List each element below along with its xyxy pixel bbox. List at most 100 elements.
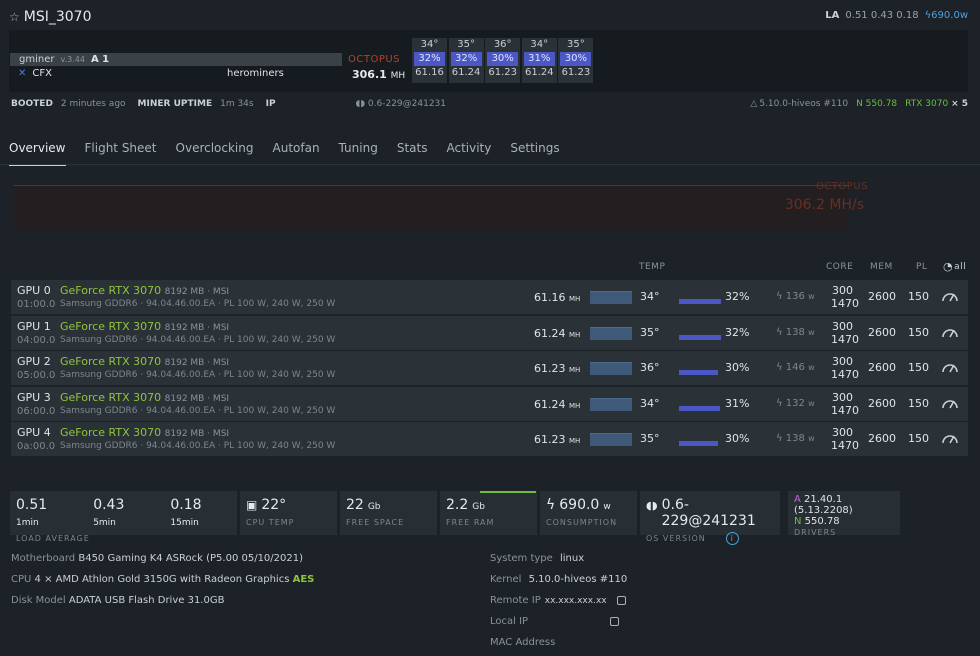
gpu-power-value: 132 bbox=[785, 397, 805, 409]
hashrate-sparkline bbox=[590, 433, 632, 447]
gpu-power-value: 136 bbox=[785, 291, 805, 302]
summary-fan: 32% bbox=[414, 52, 445, 66]
gpu-power-unit: w bbox=[808, 327, 815, 337]
remote-ip-label: Remote IP bbox=[490, 595, 541, 606]
gauge-icon[interactable] bbox=[941, 396, 959, 410]
gpu-core-value-2: 1470 bbox=[831, 297, 859, 310]
rig-title: ☆ MSI_3070 bbox=[9, 9, 92, 25]
gpu-hashrate: 61.24 MH bbox=[534, 327, 580, 340]
la-label: LA bbox=[825, 10, 840, 21]
gpu-id: GPU 3 bbox=[17, 390, 51, 404]
hashrate-sparkline bbox=[590, 326, 632, 340]
amd-driver-label: A bbox=[794, 494, 801, 505]
gauge-icon[interactable] bbox=[941, 289, 959, 303]
summary-temp: 35° bbox=[567, 39, 585, 50]
tab-overview[interactable]: Overview bbox=[9, 141, 66, 166]
tab-overclocking[interactable]: Overclocking bbox=[176, 141, 254, 166]
gpu-extra: 8192 MB · MSI bbox=[164, 358, 230, 369]
cfx-coin-icon: ✕ bbox=[18, 68, 27, 79]
linux-icon: △ bbox=[750, 99, 758, 109]
cpu-aes-flag: AES bbox=[292, 574, 315, 585]
gpu-model-name: GeForce RTX 3070 bbox=[60, 426, 162, 440]
gpu-bus: 06:00.0 bbox=[17, 405, 56, 417]
gpu-row[interactable]: GPU 1 04:00.0 GeForce RTX 3070 8192 MB ·… bbox=[11, 315, 968, 350]
gpu-power: ϟ 138 w bbox=[776, 433, 815, 444]
gpu-core-value: 300 bbox=[832, 390, 853, 404]
gpu-model-name: GeForce RTX 3070 bbox=[60, 390, 162, 404]
gpu-model: RTX 3070 bbox=[905, 99, 949, 109]
gpu-hashrate-unit: MH bbox=[569, 437, 581, 446]
gauge-icon[interactable] bbox=[941, 325, 959, 339]
nvidia-driver-label: N bbox=[794, 516, 802, 527]
gpu-hashrate-value: 61.24 bbox=[534, 326, 566, 340]
gpu-name: GeForce RTX 3070 8192 MB · MSI bbox=[60, 284, 229, 297]
uptime-label: MINER UPTIME bbox=[137, 99, 213, 109]
gpu-mem-clock: 2600 bbox=[868, 290, 896, 303]
tab-flight-sheet[interactable]: Flight Sheet bbox=[85, 141, 157, 166]
summary-hash: 61.23 bbox=[561, 67, 591, 78]
gpu-model-summary: RTX 3070 × 5 bbox=[905, 99, 968, 109]
os-version-value: 0.6-229@241231 bbox=[661, 497, 756, 529]
tab-activity[interactable]: Activity bbox=[446, 141, 491, 166]
tab-autofan[interactable]: Autofan bbox=[273, 141, 320, 166]
gpu-fan: 32% bbox=[725, 325, 750, 339]
info-icon[interactable]: i bbox=[725, 532, 739, 545]
gpu-row[interactable]: GPU 2 05:00.0 GeForce RTX 3070 8192 MB ·… bbox=[11, 351, 968, 386]
gpu-extra: 8192 MB · MSI bbox=[164, 393, 230, 404]
summary-fan: 31% bbox=[523, 52, 555, 66]
motherboard-info: Motherboard B450 Gaming K4 ASRock (P5.00… bbox=[11, 553, 303, 564]
gauge-icon[interactable] bbox=[941, 431, 959, 445]
gpu-core-value: 300 bbox=[832, 426, 853, 440]
rig-info-right: △ 5.10.0-hiveos #110 N 550.78 RTX 3070 ×… bbox=[750, 99, 968, 109]
miner-row[interactable]: gminer v.3.44 A 1 bbox=[10, 53, 342, 66]
gpu-power: ϟ 138 w bbox=[776, 327, 815, 338]
gpu-mem-clock: 2600 bbox=[868, 396, 896, 410]
ip-label: IP bbox=[265, 99, 276, 109]
gpu-power-value: 138 bbox=[785, 433, 805, 445]
gpu-model-name: GeForce RTX 3070 bbox=[60, 319, 162, 333]
gpu-row[interactable]: GPU 0 01:00.0 GeForce RTX 3070 8192 MB ·… bbox=[11, 280, 968, 314]
gpu-hashrate-unit: MH bbox=[569, 366, 581, 375]
tab-tuning[interactable]: Tuning bbox=[339, 141, 378, 166]
load-average-stat: 0.51 1min 0.43 5min 0.18 15min LOAD AVER… bbox=[10, 491, 237, 543]
la5-unit: 5min bbox=[93, 518, 116, 528]
consumption-value: 690.0 bbox=[559, 497, 600, 513]
gpu-hashrate-unit: MH bbox=[569, 330, 581, 339]
copy-icon[interactable] bbox=[616, 596, 626, 605]
gpu-mem-info: Samsung GDDR6 · 94.04.46.00.EA · PL 100 … bbox=[60, 334, 336, 345]
tab-stats[interactable]: Stats bbox=[397, 141, 428, 166]
fan-bar bbox=[679, 370, 718, 376]
bolt-icon: ϟ bbox=[776, 326, 783, 338]
gpu-power-limit: 150 bbox=[908, 396, 929, 410]
cpu-temp-value: 22° bbox=[261, 497, 287, 513]
gpu-core-value-2: 1470 bbox=[831, 439, 859, 453]
gpu-name: GeForce RTX 3070 8192 MB · MSI bbox=[60, 426, 229, 439]
hive-icon: ◖◗ bbox=[646, 499, 658, 512]
hashrate-sparkline bbox=[590, 291, 632, 304]
gpu-summary-column: 34° 32% 61.16 bbox=[412, 38, 447, 83]
free-space-value: 22 bbox=[346, 497, 364, 513]
copy-icon[interactable] bbox=[610, 617, 620, 626]
gpu-id: GPU 4 bbox=[17, 426, 51, 440]
cpu-temp-label: CPU TEMP bbox=[246, 518, 295, 527]
gpu-hashrate: 61.23 MH bbox=[534, 433, 580, 446]
la1: 0.51 1min bbox=[16, 497, 71, 529]
gpu-row[interactable]: GPU 3 06:00.0 GeForce RTX 3070 8192 MB ·… bbox=[11, 386, 968, 421]
booted-label: BOOTED bbox=[11, 99, 53, 109]
summary-hash: 61.24 bbox=[524, 67, 554, 78]
tab-settings[interactable]: Settings bbox=[510, 141, 559, 166]
gpu-bus: 0a:00.0 bbox=[17, 441, 56, 453]
star-icon[interactable]: ☆ bbox=[9, 10, 20, 24]
gpu-temp: 35° bbox=[640, 325, 660, 339]
fan-bar bbox=[679, 334, 721, 340]
gpu-mem-info: Samsung GDDR6 · 94.04.46.00.EA · PL 100 … bbox=[60, 441, 336, 452]
power-value: 690.0 bbox=[931, 10, 960, 21]
gpu-row[interactable]: GPU 4 0a:00.0 GeForce RTX 3070 8192 MB ·… bbox=[11, 422, 968, 457]
os-version-stat: ◖◗ 0.6-229@241231 OS VERSION i bbox=[640, 491, 780, 545]
gauge-icon[interactable] bbox=[941, 360, 959, 374]
all-gauge-button[interactable]: ◔ all bbox=[943, 260, 966, 273]
gpu-mem-clock: 2600 bbox=[868, 325, 896, 339]
gpu-hashrate-unit: MH bbox=[569, 401, 581, 410]
gpu-power-value: 146 bbox=[785, 362, 805, 374]
gpu-hashrate: 61.23 MH bbox=[534, 362, 580, 375]
